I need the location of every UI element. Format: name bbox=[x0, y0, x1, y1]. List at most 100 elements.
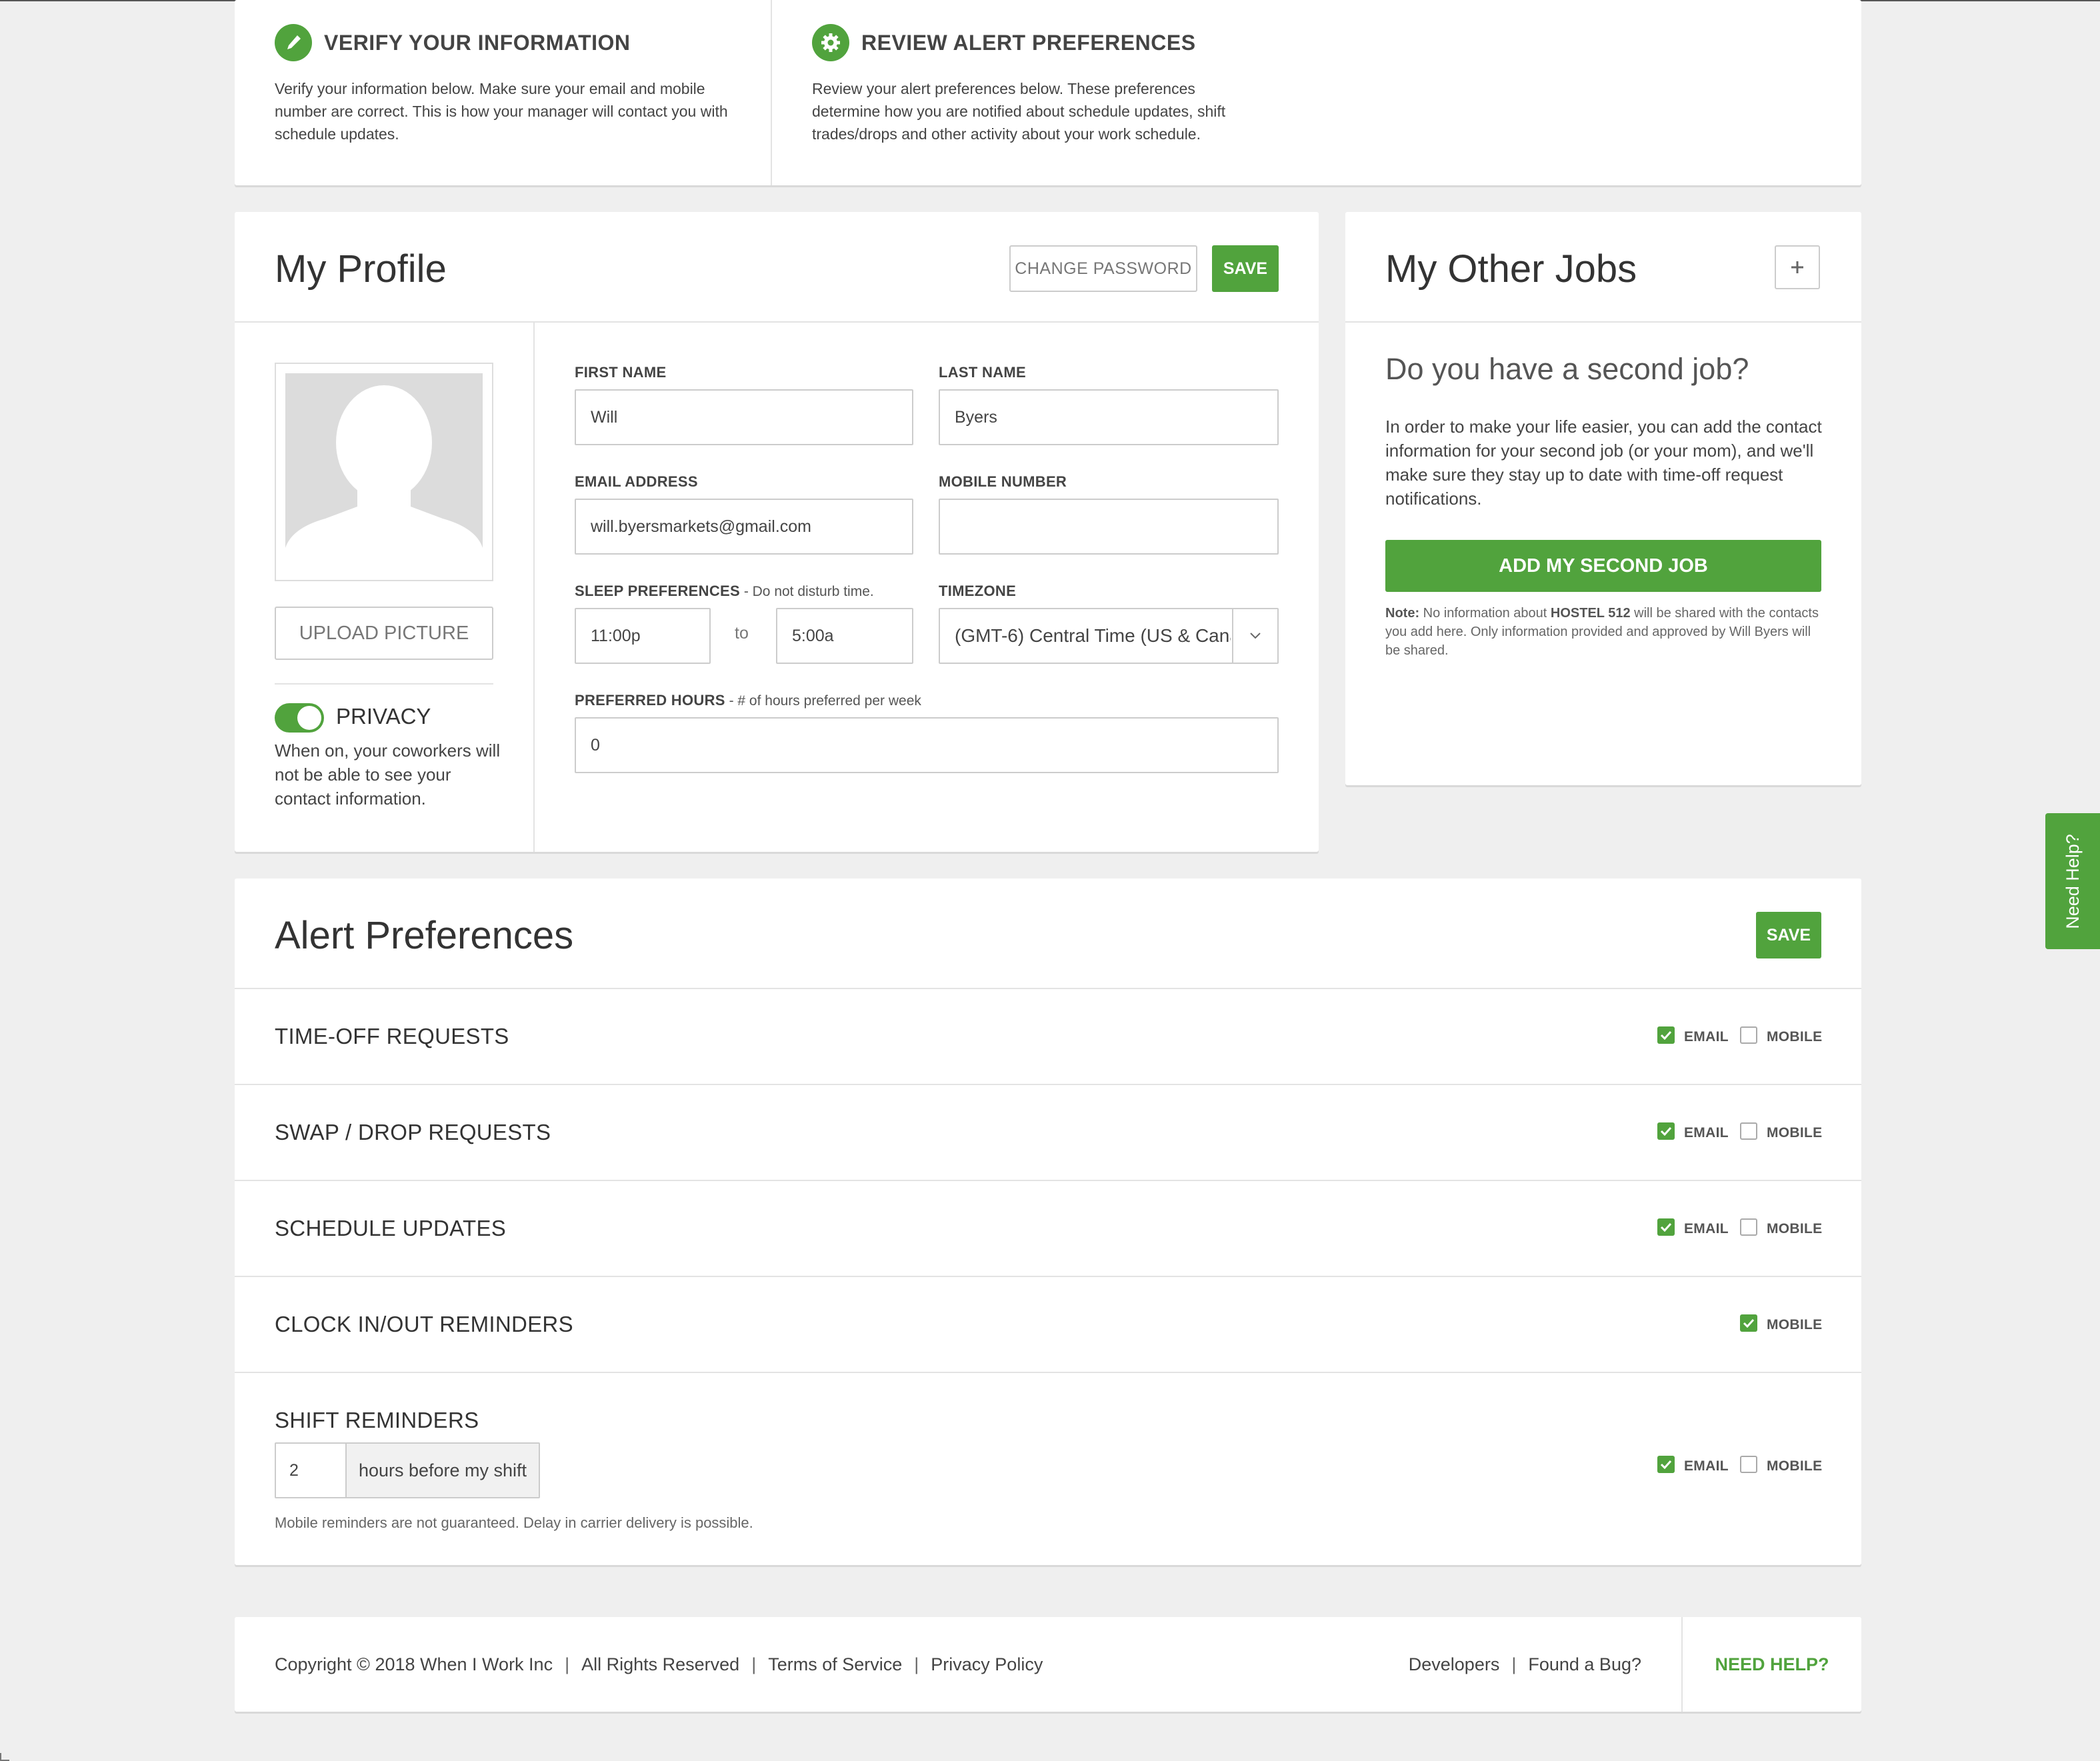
last-name-label: LAST NAME bbox=[939, 364, 1027, 381]
shift-reminders-mobile-label: MOBILE bbox=[1767, 1458, 1823, 1474]
footer-developers-link[interactable]: Developers bbox=[1409, 1654, 1500, 1675]
timezone-value: (GMT-6) Central Time (US & Canada) bbox=[955, 625, 1231, 646]
preferred-hours-input[interactable]: 0 bbox=[575, 717, 1279, 773]
shift-reminders-email-checkbox[interactable] bbox=[1657, 1456, 1675, 1473]
avatar bbox=[275, 363, 493, 581]
verify-info-title: VERIFY YOUR INFORMATION bbox=[324, 30, 631, 55]
shift-reminder-hours-addon: hours before my shift bbox=[347, 1444, 539, 1497]
alert-label-shift-reminders: SHIFT REMINDERS bbox=[275, 1408, 479, 1432]
footer-terms-link[interactable]: Terms of Service bbox=[768, 1654, 902, 1675]
alert-preferences-card: Alert Preferences SAVE TIME-OFF REQUESTS… bbox=[235, 879, 1861, 1565]
schedule-updates-mobile-checkbox[interactable] bbox=[1740, 1218, 1757, 1236]
privacy-label: PRIVACY bbox=[336, 704, 431, 729]
footer-help-box: NEED HELP? bbox=[1681, 1617, 1861, 1712]
note-company: HOSTEL 512 bbox=[1550, 606, 1631, 621]
schedule-updates-email-label: EMAIL bbox=[1684, 1221, 1729, 1236]
sleep-label-text: SLEEP PREFERENCES bbox=[575, 583, 740, 599]
profile-save-button[interactable]: SAVE bbox=[1212, 245, 1279, 292]
sleep-preferences-label: SLEEP PREFERENCES - Do not disturb time. bbox=[575, 583, 874, 600]
hours-label-text: PREFERRED HOURS bbox=[575, 692, 725, 709]
note-prefix: Note: bbox=[1385, 606, 1420, 621]
alert-row-time-off: TIME-OFF REQUESTS EMAIL MOBILE bbox=[235, 988, 1861, 1084]
privacy-toggle[interactable] bbox=[275, 703, 324, 733]
swap-drop-email-checkbox[interactable] bbox=[1657, 1122, 1675, 1140]
review-alerts-text: Review your alert preferences below. The… bbox=[812, 80, 1226, 143]
alert-row-schedule-updates: SCHEDULE UPDATES EMAIL MOBILE bbox=[235, 1180, 1861, 1276]
footer-left-links: Copyright © 2018 When I Work Inc | All R… bbox=[275, 1617, 1043, 1712]
footer-need-help-link[interactable]: NEED HELP? bbox=[1715, 1654, 1829, 1675]
privacy-text: When on, your coworkers will not be able… bbox=[275, 741, 501, 809]
gear-icon bbox=[812, 24, 849, 61]
pencil-icon bbox=[275, 24, 312, 61]
alert-label-swap-drop: SWAP / DROP REQUESTS bbox=[275, 1120, 551, 1144]
alert-label-clock-reminders: CLOCK IN/OUT REMINDERS bbox=[275, 1312, 573, 1336]
shift-reminders-email-label: EMAIL bbox=[1684, 1458, 1729, 1474]
first-name-input[interactable]: Will bbox=[575, 389, 913, 445]
alert-label-time-off: TIME-OFF REQUESTS bbox=[275, 1024, 509, 1048]
first-name-label: FIRST NAME bbox=[575, 364, 667, 381]
shift-reminder-hours-group: 2 hours before my shift bbox=[275, 1442, 540, 1498]
other-jobs-card: My Other Jobs Do you have a second job? … bbox=[1345, 212, 1861, 785]
sleep-from-input[interactable]: 11:00p bbox=[575, 608, 711, 664]
change-password-button[interactable]: CHANGE PASSWORD bbox=[1009, 245, 1197, 292]
clock-reminders-mobile-checkbox[interactable] bbox=[1740, 1314, 1757, 1332]
footer-rights: All Rights Reserved bbox=[581, 1654, 740, 1674]
clock-reminders-mobile-label: MOBILE bbox=[1767, 1317, 1823, 1332]
upload-picture-button[interactable]: UPLOAD PICTURE bbox=[275, 607, 493, 660]
sleep-to-input[interactable]: 5:00a bbox=[776, 608, 913, 664]
timezone-label: TIMEZONE bbox=[939, 583, 1017, 599]
time-off-mobile-checkbox[interactable] bbox=[1740, 1026, 1757, 1044]
sleep-hint: - Do not disturb time. bbox=[739, 584, 874, 599]
verify-info-section: VERIFY YOUR INFORMATION Verify your info… bbox=[235, 0, 772, 185]
preferred-hours-label: PREFERRED HOURS - # of hours preferred p… bbox=[575, 692, 921, 709]
alert-label-schedule-updates: SCHEDULE UPDATES bbox=[275, 1216, 507, 1240]
verify-info-text: Verify your information below. Make sure… bbox=[275, 80, 728, 143]
mobile-label: MOBILE NUMBER bbox=[939, 473, 1067, 490]
note-text-1: No information about bbox=[1419, 606, 1551, 621]
shift-reminders-mobile-checkbox[interactable] bbox=[1740, 1456, 1757, 1473]
footer-bug-link[interactable]: Found a Bug? bbox=[1528, 1654, 1641, 1675]
time-off-email-label: EMAIL bbox=[1684, 1029, 1729, 1044]
footer-privacy-link[interactable]: Privacy Policy bbox=[931, 1654, 1043, 1675]
avatar-placeholder-icon bbox=[285, 385, 483, 571]
time-off-mobile-label: MOBILE bbox=[1767, 1029, 1823, 1044]
schedule-updates-mobile-label: MOBILE bbox=[1767, 1221, 1823, 1236]
alert-row-swap-drop: SWAP / DROP REQUESTS EMAIL MOBILE bbox=[235, 1084, 1861, 1180]
mobile-input[interactable] bbox=[939, 499, 1279, 555]
time-off-email-checkbox[interactable] bbox=[1657, 1026, 1675, 1044]
chevron-down-icon[interactable] bbox=[1232, 609, 1277, 663]
footer-copyright: Copyright © 2018 When I Work Inc bbox=[275, 1654, 553, 1674]
second-job-note: Note: No information about HOSTEL 512 wi… bbox=[1385, 604, 1825, 660]
sleep-to-label: to bbox=[735, 624, 749, 643]
other-jobs-title: My Other Jobs bbox=[1385, 247, 1637, 291]
plus-icon[interactable] bbox=[1775, 245, 1820, 289]
alert-preferences-header: Alert Preferences SAVE bbox=[235, 879, 1861, 989]
email-label: EMAIL ADDRESS bbox=[575, 473, 698, 490]
alert-preferences-title: Alert Preferences bbox=[275, 914, 574, 957]
footer-right-links: Developers | Found a Bug? bbox=[1409, 1617, 1641, 1712]
shift-reminder-hours-input[interactable]: 2 bbox=[276, 1444, 347, 1497]
second-job-text: In order to make your life easier, you c… bbox=[1385, 417, 1822, 509]
profile-title: My Profile bbox=[275, 247, 447, 291]
other-jobs-header: My Other Jobs bbox=[1345, 212, 1861, 323]
footer: Copyright © 2018 When I Work Inc | All R… bbox=[235, 1617, 1861, 1712]
last-name-input[interactable]: Byers bbox=[939, 389, 1279, 445]
swap-drop-mobile-label: MOBILE bbox=[1767, 1125, 1823, 1140]
timezone-select[interactable]: (GMT-6) Central Time (US & Canada) bbox=[939, 608, 1279, 664]
swap-drop-mobile-checkbox[interactable] bbox=[1740, 1122, 1757, 1140]
footer-separator: | bbox=[914, 1654, 919, 1674]
email-input[interactable]: will.byersmarkets@gmail.com bbox=[575, 499, 913, 555]
add-second-job-button[interactable]: ADD MY SECOND JOB bbox=[1385, 540, 1821, 592]
need-help-tab[interactable]: Need Help? bbox=[2045, 813, 2100, 949]
footer-separator: | bbox=[1511, 1654, 1517, 1674]
schedule-updates-email-checkbox[interactable] bbox=[1657, 1218, 1675, 1236]
review-alerts-title: REVIEW ALERT PREFERENCES bbox=[861, 30, 1196, 55]
corner-mark bbox=[0, 1753, 9, 1761]
mobile-reminder-note: Mobile reminders are not guaranteed. Del… bbox=[275, 1514, 753, 1531]
alerts-save-button[interactable]: SAVE bbox=[1756, 912, 1821, 958]
need-help-tab-label: Need Help? bbox=[2062, 833, 2083, 929]
footer-separator: | bbox=[565, 1654, 570, 1674]
alert-row-shift-reminders: SHIFT REMINDERS 2 hours before my shift … bbox=[235, 1372, 1861, 1565]
swap-drop-email-label: EMAIL bbox=[1684, 1125, 1729, 1140]
review-alerts-section: REVIEW ALERT PREFERENCES Review your ale… bbox=[772, 0, 1861, 185]
